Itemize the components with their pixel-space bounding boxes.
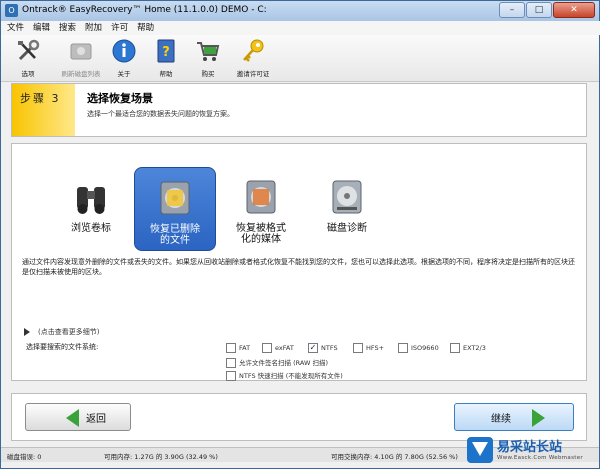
menu-file[interactable]: 文件 [7, 21, 24, 35]
checkbox-label: NTFS [321, 344, 338, 352]
scenario-label: 浏览卷标 [71, 223, 111, 234]
checkbox-label: HFS+ [366, 344, 385, 352]
scenario-description: 通过文件内容发现意外删除的文件或丢失的文件。如果您从回收站删除或者格式化恢复不能… [22, 258, 575, 276]
ntfs-quick-scan-checkbox[interactable]: NTFS 快速扫描 (不能发现所有文件) [226, 370, 343, 381]
invite-license-label: 邀请许可证 [236, 70, 270, 78]
step-badge: 步骤 3 [12, 84, 75, 136]
checkbox[interactable] [226, 343, 236, 353]
svg-text:?: ? [162, 45, 170, 60]
fs-checkbox-ext23[interactable]: EXT2/3 [450, 343, 486, 353]
checkbox-checked[interactable]: ✓ [308, 343, 318, 353]
filesystem-label: 选择要搜索的文件系统: [26, 343, 99, 351]
site-watermark: 易采站长站 Www.Easck.Com Webmaster [467, 436, 597, 466]
next-label: 继续 [491, 414, 511, 425]
checkbox-label: EXT2/3 [463, 344, 486, 352]
tools-icon [15, 38, 41, 64]
cart-icon [195, 38, 221, 64]
menu-addons[interactable]: 附加 [85, 21, 102, 35]
back-button[interactable]: 返回 [25, 403, 131, 431]
checkbox[interactable] [353, 343, 363, 353]
scenario-browse-volume[interactable]: 浏览卷标 [50, 167, 132, 251]
checkbox[interactable] [226, 358, 236, 368]
expand-arrow-icon [24, 328, 30, 336]
title-bar[interactable]: O Ontrack® EasyRecovery™ Home (11.1.0.0)… [1, 1, 599, 21]
minimize-button[interactable]: – [499, 2, 525, 18]
step-subtitle: 选择一个最适合您的数据丢失问题的恢复方案。 [87, 110, 234, 118]
checkbox-label: 允许文件签名扫描 (RAW 扫描) [239, 359, 328, 367]
scenario-label: 恢复被格式 化的媒体 [236, 223, 286, 245]
key-icon [240, 38, 266, 64]
checkbox-label: exFAT [275, 344, 294, 352]
menu-help[interactable]: 帮助 [137, 21, 154, 35]
watermark-logo-icon [467, 437, 493, 463]
toolbar: 选项 刷新磁盘列表 关于 ? 帮助 购买 邀请许可证 [1, 35, 599, 82]
menu-edit[interactable]: 编辑 [33, 21, 50, 35]
more-details-label: (点击查看更多细节) [38, 328, 100, 336]
binoculars-icon [71, 177, 111, 217]
menu-search[interactable]: 搜索 [59, 21, 76, 35]
scenario-label: 磁盘诊断 [327, 223, 367, 234]
checkbox-label: FAT [239, 344, 251, 352]
back-arrow-icon [66, 409, 79, 427]
swap-status: 可用交换内存: 4.10G 的 7.80G (52.56 %) [331, 453, 458, 461]
menu-bar: 文件 编辑 搜索 附加 许可 帮助 [1, 21, 600, 35]
app-window: O Ontrack® EasyRecovery™ Home (11.1.0.0)… [0, 0, 600, 469]
watermark-text: 易采站长站 [497, 440, 563, 455]
step-number: 步骤 3 [20, 92, 61, 105]
scenario-disk-diagnostic[interactable]: 磁盘诊断 [306, 167, 388, 251]
fs-checkbox-fat[interactable]: FAT [226, 343, 250, 353]
fs-checkbox-exfat[interactable]: exFAT [262, 343, 294, 353]
checkbox[interactable] [450, 343, 460, 353]
window-title: Ontrack® EasyRecovery™ Home (11.1.0.0) D… [22, 5, 267, 15]
scenario-panel: 浏览卷标 恢复已删除 的文件 恢复被格式 化的媒体 磁盘诊断 通过文件内容发现意… [11, 143, 587, 381]
checkbox-label: ISO9660 [411, 344, 439, 352]
scenario-label: 恢复已删除 的文件 [150, 224, 200, 246]
watermark-subtext: Www.Easck.Com Webmaster [497, 455, 583, 461]
more-details-toggle[interactable]: (点击查看更多细节) [24, 327, 99, 337]
fs-checkbox-ntfs[interactable]: ✓ NTFS [308, 343, 338, 353]
checkbox-label: NTFS 快速扫描 (不能发现所有文件) [239, 372, 343, 380]
disk-errors-status: 磁盘错误: 0 [7, 453, 42, 461]
disk-diagnostic-icon [327, 177, 367, 217]
back-label: 返回 [86, 414, 106, 425]
next-button[interactable]: 继续 [454, 403, 574, 431]
app-logo-icon: O [5, 4, 18, 17]
refresh-disk-icon [68, 38, 94, 64]
options-button[interactable]: 选项 [3, 38, 53, 78]
step-header: 步骤 3 选择恢复场景 选择一个最适合您的数据丢失问题的恢复方案。 [11, 83, 587, 137]
options-label: 选项 [21, 70, 35, 78]
maximize-button[interactable]: □ [526, 2, 552, 18]
navigation-bar: 返回 继续 [11, 393, 587, 441]
invite-license-button[interactable]: 邀请许可证 [225, 38, 281, 78]
fs-checkbox-hfs[interactable]: HFS+ [353, 343, 384, 353]
raw-scan-checkbox[interactable]: 允许文件签名扫描 (RAW 扫描) [226, 357, 328, 368]
checkbox[interactable] [398, 343, 408, 353]
help-book-icon: ? [153, 38, 179, 64]
fs-checkbox-iso9660[interactable]: ISO9660 [398, 343, 439, 353]
next-arrow-icon [532, 409, 545, 427]
scenario-recover-deleted[interactable]: 恢复已删除 的文件 [134, 167, 216, 251]
step-title: 选择恢复场景 [87, 92, 153, 105]
close-button[interactable]: ✕ [553, 2, 595, 18]
menu-license[interactable]: 许可 [111, 21, 128, 35]
checkbox[interactable] [226, 371, 236, 381]
checkbox[interactable] [262, 343, 272, 353]
info-icon [111, 38, 137, 64]
memory-status: 可用内存: 1.27G 的 3.90G (32.49 %) [104, 453, 218, 461]
scenario-recover-formatted[interactable]: 恢复被格式 化的媒体 [220, 167, 302, 251]
formatted-media-icon [241, 177, 281, 217]
recover-deleted-icon [155, 178, 195, 218]
